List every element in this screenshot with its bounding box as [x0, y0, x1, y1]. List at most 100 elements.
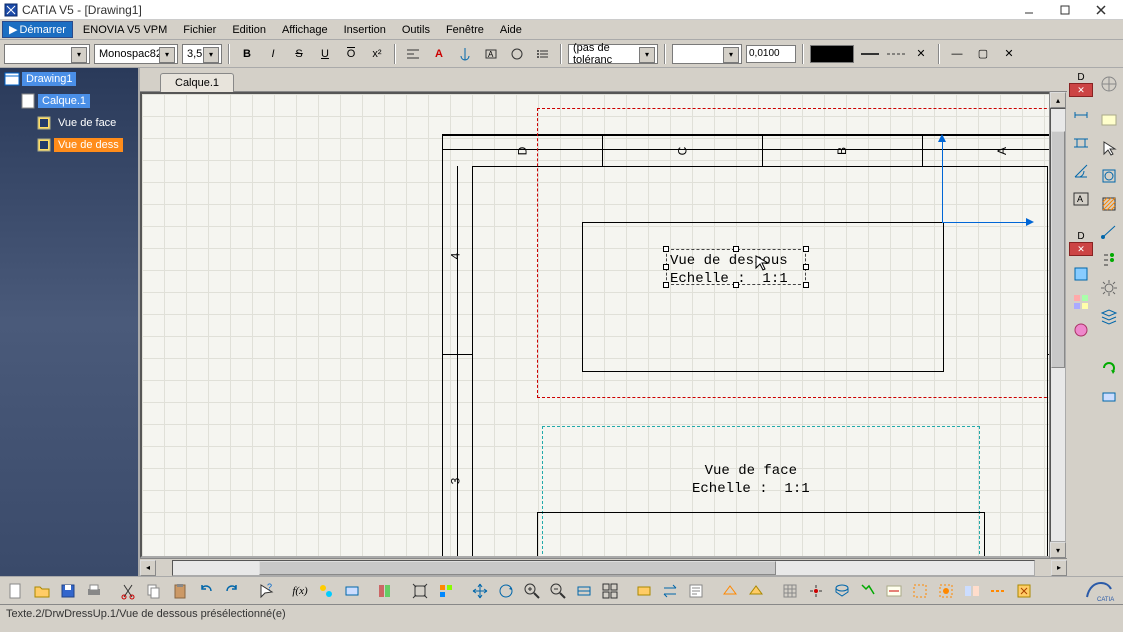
horizontal-scrollbar[interactable]: ◂ ▸: [140, 558, 1067, 576]
color-text-button[interactable]: A: [428, 43, 450, 65]
anchor-button[interactable]: [454, 43, 476, 65]
vertical-scrollbar[interactable]: ▴ ▾: [1049, 92, 1067, 558]
properties-button[interactable]: [684, 579, 708, 603]
hscroll-thumb[interactable]: [259, 561, 776, 575]
compass-button[interactable]: [1097, 72, 1121, 96]
hatch-button[interactable]: [1097, 192, 1121, 216]
scroll-up-button[interactable]: ▴: [1050, 92, 1066, 108]
update-button[interactable]: [1097, 356, 1121, 380]
start-menu-button[interactable]: ▶Démarrer: [2, 21, 73, 38]
dress-filter-button[interactable]: [960, 579, 984, 603]
menu-fenetre[interactable]: Fenêtre: [438, 22, 492, 38]
doc-window-min-button[interactable]: —: [946, 43, 968, 65]
new-button[interactable]: [4, 579, 28, 603]
menu-enovia[interactable]: ENOVIA V5 VPM: [75, 22, 175, 38]
snap-point-button[interactable]: [804, 579, 828, 603]
analysis-button[interactable]: [856, 579, 880, 603]
underline-button[interactable]: U: [314, 43, 336, 65]
point-style-button[interactable]: ✕: [910, 43, 932, 65]
fitall-button[interactable]: [408, 579, 432, 603]
minimize-button[interactable]: [1011, 0, 1047, 20]
tolerance-combo[interactable]: (pas de toléranc: [568, 44, 658, 64]
numeric-field[interactable]: 0,0100: [746, 45, 796, 63]
dims-display-button[interactable]: [882, 579, 906, 603]
sup-button[interactable]: x²: [366, 43, 388, 65]
save-button[interactable]: [56, 579, 80, 603]
font-combo[interactable]: Monospac821: [94, 44, 178, 64]
normal-view-button[interactable]: [572, 579, 596, 603]
draft-analysis-button[interactable]: [434, 579, 458, 603]
tree-view-dessous[interactable]: Vue de dess: [0, 134, 138, 156]
grid-view-button[interactable]: [1069, 290, 1093, 314]
menu-edition[interactable]: Edition: [224, 22, 274, 38]
sketch-button[interactable]: [1097, 108, 1121, 132]
rotate-button[interactable]: [494, 579, 518, 603]
open-button[interactable]: [30, 579, 54, 603]
tree-toggle-button[interactable]: [1097, 248, 1121, 272]
scroll-right-button[interactable]: ▸: [1051, 560, 1067, 576]
panel-close-button-2[interactable]: ✕: [1069, 242, 1093, 256]
select-arrow-button[interactable]: [1097, 136, 1121, 160]
style-combo[interactable]: [4, 44, 90, 64]
menu-fichier[interactable]: Fichier: [175, 22, 224, 38]
insert-symbol-button[interactable]: [506, 43, 528, 65]
maximize-button[interactable]: [1047, 0, 1083, 20]
doc-window-max-button[interactable]: ▢: [972, 43, 994, 65]
view-wireframe-button[interactable]: [718, 579, 742, 603]
scroll-down-button[interactable]: ▾: [1050, 542, 1066, 558]
copy-button[interactable]: [142, 579, 166, 603]
angle-dim-button[interactable]: [1069, 159, 1093, 183]
catalog-button[interactable]: [374, 579, 398, 603]
hscroll-track[interactable]: [172, 560, 1035, 576]
tree-view-face[interactable]: Vue de face: [0, 112, 138, 134]
geometry-button[interactable]: [1097, 164, 1121, 188]
print-button[interactable]: [82, 579, 106, 603]
menu-insertion[interactable]: Insertion: [336, 22, 394, 38]
dimension2-button[interactable]: [1097, 220, 1121, 244]
dimension-button[interactable]: [1069, 103, 1093, 127]
empty-combo[interactable]: [672, 44, 742, 64]
multiview-button[interactable]: [598, 579, 622, 603]
gear-button[interactable]: [1097, 276, 1121, 300]
italic-button[interactable]: I: [262, 43, 284, 65]
display-filter-button[interactable]: [830, 579, 854, 603]
section-view-button[interactable]: [1069, 318, 1093, 342]
zoomout-button[interactable]: [546, 579, 570, 603]
panel-close-button[interactable]: ✕: [1069, 83, 1093, 97]
color-picker[interactable]: [810, 45, 854, 63]
menu-affichage[interactable]: Affichage: [274, 22, 336, 38]
line-style-button[interactable]: [884, 43, 906, 65]
line-width-button[interactable]: [858, 43, 880, 65]
menu-aide[interactable]: Aide: [492, 22, 530, 38]
swap-visible-button[interactable]: [658, 579, 682, 603]
element-filter-button[interactable]: [908, 579, 932, 603]
size-combo[interactable]: 3,5: [182, 44, 222, 64]
tree-sheet[interactable]: Calque.1: [0, 90, 138, 112]
whatsthis-button[interactable]: ?: [254, 579, 278, 603]
menu-outils[interactable]: Outils: [394, 22, 438, 38]
text-annotation-button[interactable]: A: [1069, 187, 1093, 211]
drawing-viewport[interactable]: D C B A 4 4 3 3: [140, 92, 1067, 558]
vscroll-thumb[interactable]: [1051, 131, 1065, 369]
zoomin-button[interactable]: [520, 579, 544, 603]
style-filter-button[interactable]: [986, 579, 1010, 603]
element-filter2-button[interactable]: [934, 579, 958, 603]
cut-button[interactable]: [116, 579, 140, 603]
grid-snap-button[interactable]: [778, 579, 802, 603]
close-button[interactable]: [1083, 0, 1119, 20]
pan-button[interactable]: [468, 579, 492, 603]
generate-button[interactable]: [1012, 579, 1036, 603]
formula-button[interactable]: f(x): [288, 579, 312, 603]
overline-button[interactable]: O: [340, 43, 362, 65]
align-left-button[interactable]: [402, 43, 424, 65]
undo-button[interactable]: [194, 579, 218, 603]
tab-calque1[interactable]: Calque.1: [160, 73, 234, 92]
doc-window-close-button[interactable]: ✕: [998, 43, 1020, 65]
check-button[interactable]: [340, 579, 364, 603]
drafting-button[interactable]: [1097, 384, 1121, 408]
vscroll-track[interactable]: [1050, 108, 1066, 542]
redo-button[interactable]: [220, 579, 244, 603]
front-view-button[interactable]: [1069, 262, 1093, 286]
knowledge-button[interactable]: [314, 579, 338, 603]
specification-tree[interactable]: Drawing1 Calque.1 Vue de face Vue de des…: [0, 68, 140, 576]
